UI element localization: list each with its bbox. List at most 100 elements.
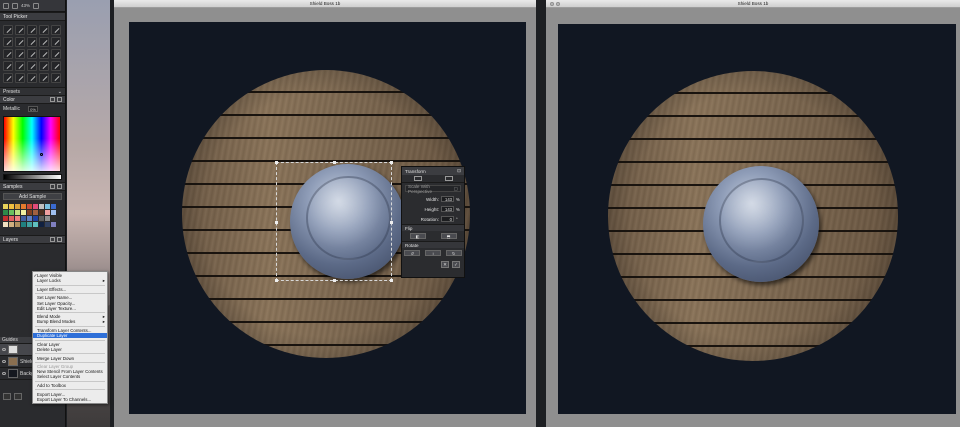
panel-menu-icon[interactable] xyxy=(50,97,55,102)
samples-header[interactable]: Samples xyxy=(0,182,65,191)
color-sample-swatch[interactable] xyxy=(33,204,38,209)
window-titlebar[interactable]: Shield Boss 1b xyxy=(114,0,536,8)
menu-item-bump-blend-modes[interactable]: Bump Blend Modes xyxy=(33,319,107,324)
tool-picker-header[interactable]: Tool Picker xyxy=(0,12,65,21)
layer-folder-icon[interactable] xyxy=(14,393,22,400)
color-sample-swatch[interactable] xyxy=(33,222,38,227)
color-sample-swatch[interactable] xyxy=(3,222,8,227)
transform-handle[interactable] xyxy=(390,279,393,282)
color-sample-swatch[interactable] xyxy=(15,210,20,215)
color-sample-swatch[interactable] xyxy=(15,216,20,221)
color-sample-swatch[interactable] xyxy=(9,222,14,227)
layers-header[interactable]: Layers xyxy=(0,235,65,244)
color-sample-swatch[interactable] xyxy=(21,216,26,221)
color-sample-swatch[interactable] xyxy=(3,216,8,221)
height-field[interactable]: 143 xyxy=(441,206,454,212)
cancel-transform-button[interactable]: ✕ xyxy=(441,261,449,268)
menu-item-export-layer-to-channels[interactable]: Export Layer To Channels... xyxy=(33,397,107,402)
tool-button[interactable] xyxy=(27,61,37,71)
menu-icon[interactable] xyxy=(12,2,18,9)
width-field[interactable]: 143 xyxy=(441,196,454,202)
presets-row[interactable]: Presets ⌄ xyxy=(0,87,65,95)
panel-options-icon[interactable] xyxy=(57,237,62,242)
eye-icon[interactable] xyxy=(2,360,6,363)
tool-button[interactable] xyxy=(15,73,25,83)
free-transform-icon[interactable] xyxy=(413,176,422,181)
color-sample-swatch[interactable] xyxy=(9,210,14,215)
color-sample-swatch[interactable] xyxy=(33,216,38,221)
color-sample-swatch[interactable] xyxy=(45,204,50,209)
eye-icon[interactable] xyxy=(2,372,6,375)
eye-icon[interactable] xyxy=(2,348,6,351)
tool-button[interactable] xyxy=(3,25,13,35)
color-sample-swatch[interactable] xyxy=(45,222,50,227)
tool-button[interactable] xyxy=(51,37,61,47)
color-sample-swatch[interactable] xyxy=(27,216,32,221)
menu-item-merge-layer-down[interactable]: Merge Layer Down xyxy=(33,356,107,361)
zoom-in-icon[interactable] xyxy=(33,2,40,9)
color-sample-swatch[interactable] xyxy=(39,204,44,209)
color-sample-swatch[interactable] xyxy=(27,222,32,227)
brightness-slider[interactable] xyxy=(3,174,62,180)
tool-button[interactable] xyxy=(15,49,25,59)
transform-handle[interactable] xyxy=(390,221,393,224)
transform-handle[interactable] xyxy=(275,161,278,164)
tool-button[interactable] xyxy=(3,61,13,71)
menu-item-layer-locks[interactable]: Layer Locks xyxy=(33,278,107,283)
tool-button[interactable] xyxy=(39,25,49,35)
color-sample-swatch[interactable] xyxy=(21,222,26,227)
tool-button[interactable] xyxy=(15,37,25,47)
tool-button[interactable] xyxy=(39,73,49,83)
tool-button[interactable] xyxy=(3,49,13,59)
tool-button[interactable] xyxy=(39,61,49,71)
transform-handle[interactable] xyxy=(390,161,393,164)
scale-with-perspective-toggle[interactable]: Scale With Perspective ▢ xyxy=(405,184,461,194)
color-picker[interactable] xyxy=(3,116,61,172)
lock-icon[interactable]: ⊡ xyxy=(457,168,461,174)
menu-item-select-layer-contents[interactable]: Select Layer Contents xyxy=(33,374,107,379)
menu-item-edit-layer-texture[interactable]: Edit Layer Texture... xyxy=(33,306,107,311)
perspective-checkbox[interactable]: ▢ xyxy=(454,186,458,192)
tool-button[interactable] xyxy=(51,49,61,59)
color-sample-swatch[interactable] xyxy=(3,204,8,209)
transform-handle[interactable] xyxy=(333,279,336,282)
panel-menu-icon[interactable] xyxy=(50,184,55,189)
home-icon[interactable] xyxy=(3,2,9,9)
tool-button[interactable] xyxy=(39,49,49,59)
color-sample-swatch[interactable] xyxy=(27,204,32,209)
color-sample-swatch[interactable] xyxy=(45,216,50,221)
rotate-180-button[interactable]: ↕ xyxy=(424,250,441,256)
tool-button[interactable] xyxy=(27,37,37,47)
add-sample-button[interactable]: Add Sample xyxy=(3,193,62,200)
color-sample-swatch[interactable] xyxy=(51,204,56,209)
tool-button[interactable] xyxy=(15,25,25,35)
rotation-field[interactable]: 0 xyxy=(441,216,454,222)
transform-selection[interactable] xyxy=(275,161,393,282)
color-sample-swatch[interactable] xyxy=(9,216,14,221)
menu-item-add-to-toolbox[interactable]: Add to Toolbox xyxy=(33,383,107,388)
tool-button[interactable] xyxy=(27,49,37,59)
transform-handle[interactable] xyxy=(275,279,278,282)
menu-item-delete-layer[interactable]: Delete Layer xyxy=(33,347,107,352)
color-selector-handle[interactable] xyxy=(40,153,43,156)
minimize-window-icon[interactable] xyxy=(556,1,560,6)
color-sample-swatch[interactable] xyxy=(9,204,14,209)
tool-button[interactable] xyxy=(3,73,13,83)
color-sample-swatch[interactable] xyxy=(3,210,8,215)
color-sample-swatch[interactable] xyxy=(39,222,44,227)
tool-button[interactable] xyxy=(51,25,61,35)
chevron-down-icon[interactable]: ⌄ xyxy=(58,89,62,95)
tool-button[interactable] xyxy=(3,37,13,47)
color-sample-swatch[interactable] xyxy=(15,204,20,209)
tool-button[interactable] xyxy=(51,73,61,83)
window-titlebar[interactable]: Shield Boss 1b xyxy=(546,0,960,8)
transform-handle[interactable] xyxy=(333,161,336,164)
color-sample-swatch[interactable] xyxy=(51,222,56,227)
panel-menu-icon[interactable] xyxy=(50,237,55,242)
rotate-left-button[interactable]: ↺ xyxy=(404,250,421,256)
panel-options-icon[interactable] xyxy=(57,184,62,189)
tool-button[interactable] xyxy=(39,37,49,47)
menu-item-layer-effects[interactable]: Layer Effects... xyxy=(33,287,107,292)
color-sample-swatch[interactable] xyxy=(21,210,26,215)
tool-button[interactable] xyxy=(27,73,37,83)
